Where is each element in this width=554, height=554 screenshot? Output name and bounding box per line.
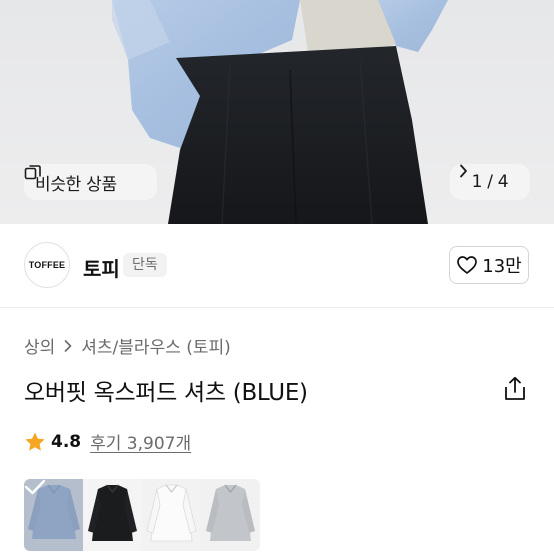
brand-row: TOFFEE 토피 단독 13만	[0, 224, 554, 308]
image-page-indicator: 1 / 4	[471, 172, 509, 192]
rating-row: 4.8 후기 3,907개	[24, 429, 191, 454]
image-pager-button[interactable]: 1 / 4	[450, 164, 530, 200]
like-count: 13만	[482, 256, 522, 277]
color-option-image	[88, 484, 137, 541]
similar-items-label: 비슷한 상품	[35, 174, 117, 195]
check-icon	[24, 479, 46, 495]
breadcrumb-category[interactable]: 상의	[24, 333, 55, 358]
color-option-gray[interactable]	[201, 479, 260, 551]
color-options	[24, 479, 260, 551]
selected-overlay	[24, 479, 83, 551]
color-option-image	[146, 484, 197, 542]
star-icon	[25, 432, 45, 451]
reviews-link[interactable]: 후기 3,907개	[90, 429, 191, 454]
brand-logo[interactable]: TOFFEE	[24, 242, 70, 288]
heart-icon	[457, 256, 478, 274]
like-button[interactable]: 13만	[449, 246, 529, 284]
exclusive-badge: 단독	[123, 253, 167, 277]
breadcrumb: 상의 셔츠/블라우스 (토피)	[24, 333, 231, 358]
color-option-blue[interactable]	[24, 479, 83, 551]
rating-score: 4.8	[51, 431, 82, 452]
chevron-right-icon	[64, 339, 72, 352]
brand-name[interactable]: 토피	[83, 253, 120, 282]
brand-logo-text: TOFFEE	[28, 260, 66, 270]
color-option-white[interactable]	[142, 479, 201, 551]
color-option-image	[206, 484, 255, 541]
breadcrumb-subcategory[interactable]: 셔츠/블라우스 (토피)	[81, 333, 231, 358]
similar-items-button[interactable]: 비슷한 상품	[24, 164, 157, 200]
product-main-image[interactable]: 비슷한 상품 1 / 4	[0, 0, 554, 224]
product-title: 오버핏 옥스퍼드 셔츠 (BLUE)	[24, 380, 308, 406]
color-option-black[interactable]	[83, 479, 142, 551]
similar-items-icon	[24, 165, 41, 180]
share-icon[interactable]	[503, 376, 527, 402]
chevron-right-icon	[460, 164, 467, 178]
